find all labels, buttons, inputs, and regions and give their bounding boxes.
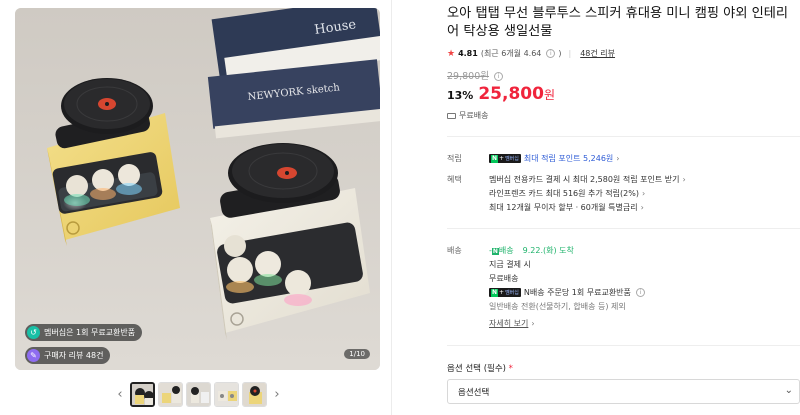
review-badge-label: 구매자 리뷰 48건: [44, 351, 104, 360]
return-note: N배송 주문당 1회 무료교환반품: [523, 288, 631, 297]
points-text: 최대 적립 포인트 5,246원: [523, 154, 614, 163]
perk-item[interactable]: 멤버십 전용카드 결제 시 최대 2,580원 적립 포인트 받기 ›: [489, 174, 686, 185]
delivery-date: 9.22.(화) 도착: [522, 246, 574, 255]
perk-text: 최대 12개월 무이자 할부 · 60개월 특별금리: [489, 203, 638, 212]
delivery-extra-note: 일반배송 전환(선물하기, 합배송 등) 제외: [489, 302, 626, 311]
sale-price: 25,800원: [478, 84, 555, 104]
truck-icon: [447, 112, 456, 119]
option-label-text: 옵션 선택: [447, 364, 481, 374]
rating-detail-close: ): [558, 49, 562, 58]
delivery-line: 무료배송: [489, 274, 519, 283]
points-label: 적립: [447, 154, 462, 163]
required-asterisk: *: [508, 364, 513, 374]
delivery-date-row: -N배송 9.22.(화) 도착: [489, 245, 574, 256]
return-note-row: N + 멤버십 N배송 주문당 1회 무료교환반품 i: [489, 287, 645, 298]
membership-badge[interactable]: ↺ 멤버십은 1회 무료교환반품: [25, 324, 143, 341]
thumbnail-item[interactable]: [214, 381, 239, 407]
delivery-detail-link[interactable]: 자세히 보기 ›: [489, 318, 535, 329]
info-icon[interactable]: i: [635, 288, 645, 297]
star-icon: ★: [447, 48, 456, 59]
review-count-badge[interactable]: ✎ 구매자 리뷰 48건: [25, 347, 111, 364]
rating-row: ★ 4.81 (최근 6개월 4.64 i) | 48건 리뷰: [447, 48, 615, 59]
free-shipping-label: 무료배송: [459, 111, 489, 120]
thumbnail-next-icon[interactable]: ›: [270, 387, 284, 402]
option-label: 옵션 선택 (필수) *: [447, 362, 513, 374]
membership-badge-label: 멤버십은 1회 무료교환반품: [44, 328, 136, 337]
chevron-right-icon: ›: [641, 189, 646, 198]
option-select-value: 옵션선택: [458, 387, 490, 398]
product-main-image[interactable]: House NEWYORK sketch ↺ 멤버십은 1회 무료교환반품 ✎ …: [15, 8, 380, 370]
chevron-right-icon: ›: [640, 203, 644, 212]
info-icon[interactable]: i: [546, 49, 556, 58]
speaker-photo: House NEWYORK sketch: [15, 8, 380, 370]
discount-rate: 13%: [447, 89, 474, 102]
chevron-down-icon: ⌄: [784, 385, 793, 396]
separator: |: [568, 49, 572, 58]
thumbnail-strip: ‹ ›: [113, 380, 284, 408]
section-divider: [447, 136, 800, 137]
thumbnail-item[interactable]: [158, 381, 183, 407]
image-page-counter: 1/10: [344, 349, 370, 359]
thumbnail-item[interactable]: [130, 381, 155, 407]
price-info-icon[interactable]: i: [494, 72, 504, 81]
option-required: (필수): [483, 364, 506, 374]
chevron-right-icon: ›: [531, 319, 535, 328]
currency-unit: 원: [543, 88, 555, 102]
n-delivery-badge: -N배송: [489, 246, 514, 255]
detail-link-text: 자세히 보기: [489, 319, 529, 328]
free-shipping: 무료배송: [447, 110, 488, 121]
perk-item[interactable]: 최대 12개월 무이자 할부 · 60개월 특별금리 ›: [489, 202, 644, 213]
thumbnail-prev-icon[interactable]: ‹: [113, 387, 127, 402]
perks-label: 혜택: [447, 175, 462, 184]
section-divider: [447, 345, 800, 346]
section-divider: [447, 228, 800, 229]
column-divider: [391, 0, 392, 415]
delivery-label: 배송: [447, 246, 462, 255]
product-title: 오아 탭탭 무선 블루투스 스피커 휴대용 미니 캠핑 야외 인테리어 탁상용 …: [447, 6, 789, 39]
chevron-right-icon: ›: [682, 175, 686, 184]
chevron-right-icon: ›: [616, 154, 620, 163]
thumbnail-item[interactable]: [242, 381, 267, 407]
membership-icon: ↺: [27, 326, 40, 339]
delivery-line: 지금 결제 시: [489, 260, 531, 269]
points-row[interactable]: N + 멤버십 최대 적립 포인트 5,246원 ›: [489, 153, 620, 164]
perk-text: 멤버십 전용카드 결제 시 최대 2,580원 적립 포인트 받기: [489, 175, 680, 184]
original-price: 29,800원 i: [447, 68, 504, 82]
price-row: 13% 25,800원: [447, 84, 555, 104]
review-icon: ✎: [27, 349, 40, 362]
npay-membership-icon: N + 멤버십: [489, 288, 521, 297]
thumbnail-item[interactable]: [186, 381, 211, 407]
perk-item[interactable]: 라인프렌즈 카드 최대 516원 추가 적립(2%) ›: [489, 188, 645, 199]
option-select[interactable]: 옵션선택 ⌄: [447, 379, 800, 404]
sale-price-value: 25,800: [478, 84, 544, 104]
reviews-link[interactable]: 48건 리뷰: [580, 48, 615, 59]
perk-text: 라인프렌즈 카드 최대 516원 추가 적립(2%): [489, 189, 639, 198]
rating-value: 4.81: [458, 49, 478, 58]
npay-membership-icon: N + 멤버십: [489, 154, 521, 163]
original-price-value: 29,800원: [447, 71, 489, 82]
rating-detail: (최근 6개월 4.64: [480, 49, 542, 58]
